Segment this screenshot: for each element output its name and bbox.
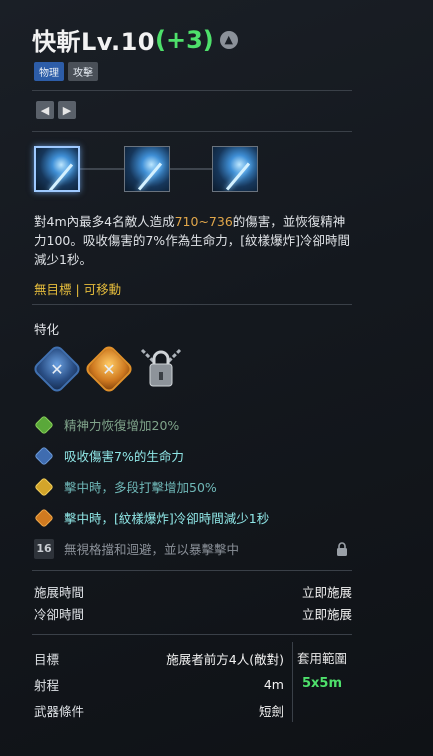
specialization-title: 特化 bbox=[34, 322, 60, 337]
spec-text: 吸收傷害7%的生命力 bbox=[64, 449, 184, 464]
divider bbox=[32, 634, 352, 635]
specialization-list: 精神力恢復增加20% 吸收傷害7%的生命力 擊中時，多段打擊增加50% 擊中時，… bbox=[34, 409, 352, 564]
cast-time-value: 立即施展 bbox=[301, 584, 352, 600]
cooldown-label: 冷卻時間 bbox=[34, 606, 85, 622]
green-crest-icon bbox=[34, 414, 54, 435]
skill-stage-2-icon[interactable] bbox=[124, 146, 170, 192]
damage-range: 710~736 bbox=[174, 214, 233, 229]
weapon-row: 武器條件 短劍 bbox=[34, 697, 284, 723]
spec-row: 吸收傷害7%的生命力 bbox=[34, 440, 352, 471]
range-label: 射程 bbox=[34, 677, 60, 693]
skill-chain bbox=[34, 146, 258, 192]
cooldown-row: 冷卻時間 立即施展 bbox=[34, 602, 352, 624]
tag-physical: 物理 bbox=[34, 62, 64, 81]
blue-crest-icon[interactable]: ✕ bbox=[31, 343, 83, 395]
prev-arrow-icon[interactable]: ◀ bbox=[36, 101, 54, 119]
skill-name: 快斬Lv.10 bbox=[32, 28, 155, 56]
cast-time-label: 施展時間 bbox=[34, 584, 85, 600]
yellow-crest-icon bbox=[34, 476, 54, 497]
skill-tags: 物理 攻擊 bbox=[34, 62, 98, 81]
skill-nav: ◀ ▶ bbox=[36, 101, 76, 119]
weapon-value: 短劍 bbox=[258, 703, 284, 719]
divider bbox=[32, 304, 352, 305]
target-value: 施展者前方4人(敵對) bbox=[166, 651, 284, 667]
tag-attack: 攻擊 bbox=[68, 62, 98, 81]
area-value: 5x5m bbox=[301, 676, 343, 691]
upgrade-icon[interactable]: ▲ bbox=[219, 30, 238, 49]
chain-line bbox=[170, 168, 214, 170]
title-row: 快斬Lv.10 (+3) ▲ bbox=[32, 22, 238, 57]
spec-row: 16 無視格擋和迴避，並以暴擊擊中 bbox=[34, 533, 352, 564]
range-value: 4m bbox=[263, 676, 284, 692]
area-label: 套用範圍 bbox=[296, 651, 347, 666]
spec-text: 擊中時，多段打擊增加50% bbox=[64, 480, 217, 495]
spec-row: 擊中時，[紋樣爆炸]冷卻時間減少1秒 bbox=[34, 502, 352, 533]
chain-line bbox=[80, 168, 124, 170]
spec-text: 精神力恢復增加20% bbox=[64, 418, 180, 433]
cooldown-value: 立即施展 bbox=[301, 606, 352, 622]
spec-row: 精神力恢復增加20% bbox=[34, 409, 352, 440]
spec-text: 無視格擋和迴避，並以暴擊擊中 bbox=[64, 542, 240, 557]
divider bbox=[32, 90, 352, 91]
description-text: 對4m內最多4名敵人造成 bbox=[34, 214, 175, 229]
targeting-info: 目標 施展者前方4人(敵對) 射程 4m 武器條件 短劍 bbox=[34, 645, 284, 723]
specialization-icons: ✕ ✕ bbox=[31, 343, 184, 395]
weapon-label: 武器條件 bbox=[34, 703, 85, 719]
skill-description: 對4m內最多4名敵人造成710~736的傷害，並恢復精神力100。吸收傷害的7%… bbox=[34, 212, 352, 269]
divider bbox=[32, 570, 352, 571]
chain-lock-icon[interactable] bbox=[138, 346, 184, 392]
skill-level-bonus: (+3) bbox=[155, 25, 214, 54]
skill-stage-1-icon[interactable] bbox=[34, 146, 80, 192]
lock-icon bbox=[336, 541, 348, 556]
skill-tooltip: 快斬Lv.10 (+3) ▲ 物理 攻擊 ◀ ▶ 對4m內最多4名敵人造成710… bbox=[22, 0, 356, 756]
blue-crest-icon bbox=[34, 445, 54, 466]
orange-crest-icon bbox=[34, 507, 54, 528]
range-row: 射程 4m bbox=[34, 671, 284, 697]
movement-tags: 無目標 | 可移動 bbox=[34, 282, 122, 297]
next-arrow-icon[interactable]: ▶ bbox=[58, 101, 76, 119]
target-label: 目標 bbox=[34, 651, 60, 667]
spec-row: 擊中時，多段打擊增加50% bbox=[34, 471, 352, 502]
target-row: 目標 施展者前方4人(敵對) bbox=[34, 645, 284, 671]
cast-time-row: 施展時間 立即施展 bbox=[34, 580, 352, 602]
skill-stage-3-icon[interactable] bbox=[212, 146, 258, 192]
spec-text: 擊中時，[紋樣爆炸]冷卻時間減少1秒 bbox=[64, 511, 270, 526]
orange-crest-icon[interactable]: ✕ bbox=[83, 343, 135, 395]
divider bbox=[32, 131, 352, 132]
level-requirement: 16 bbox=[34, 538, 54, 559]
timing-info: 施展時間 立即施展 冷卻時間 立即施展 bbox=[34, 580, 352, 624]
